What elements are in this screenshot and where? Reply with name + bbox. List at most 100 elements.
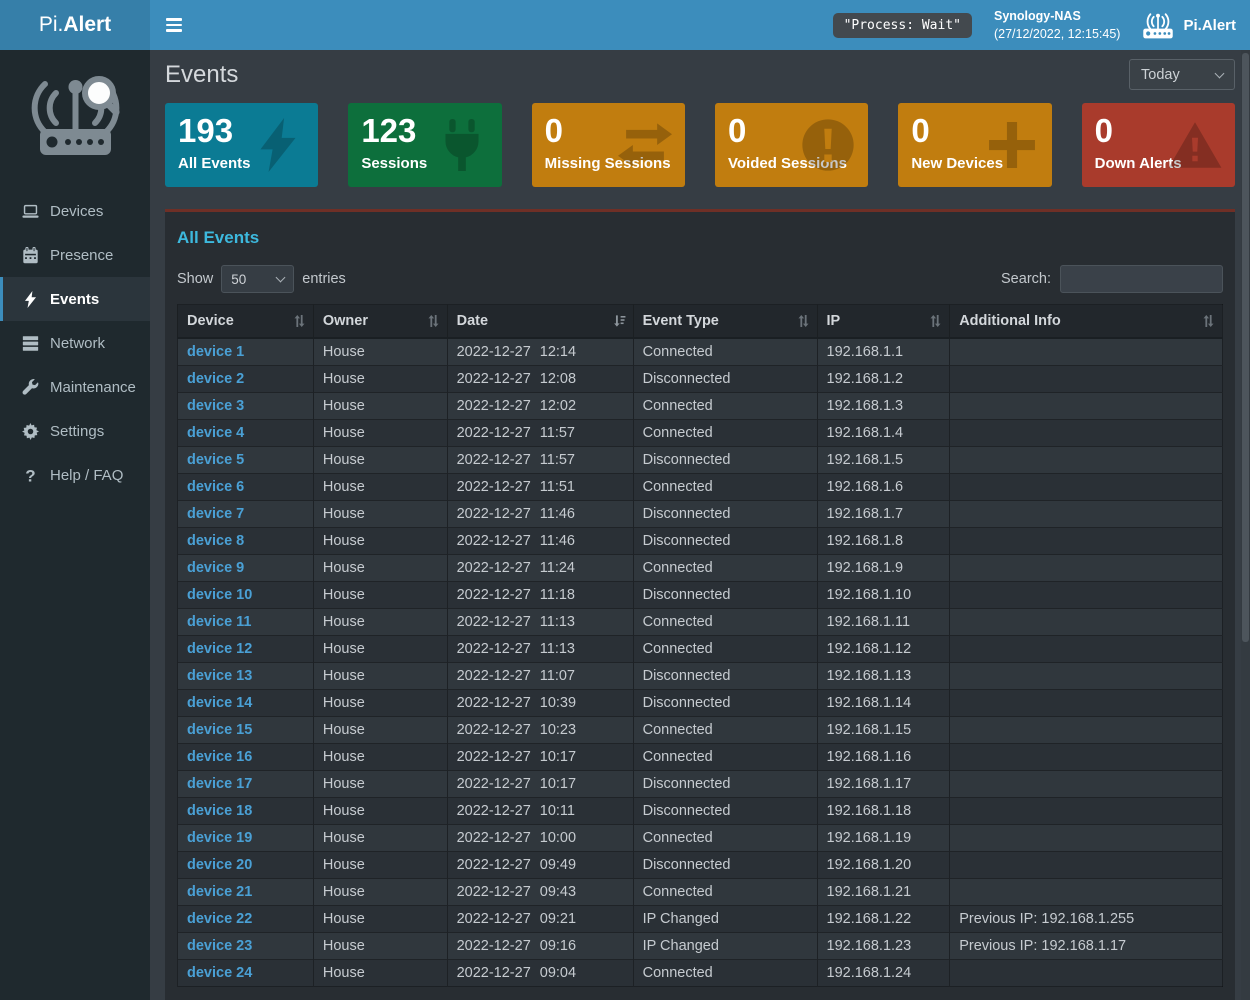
device-cell: device 11 <box>178 609 314 636</box>
device-link[interactable]: device 9 <box>187 560 244 576</box>
device-link[interactable]: device 16 <box>187 749 252 765</box>
owner-cell: House <box>313 366 447 393</box>
date-cell: 2022-12-2709:21 <box>447 906 633 933</box>
device-link[interactable]: device 1 <box>187 344 244 360</box>
sidebar-item-presence[interactable]: Presence <box>0 233 150 277</box>
table-header-row: Device Owner Date Event Type IP Addition… <box>178 305 1223 339</box>
additional-info-cell <box>950 879 1223 906</box>
event-row: device 9 House 2022-12-2711:24 Connected… <box>178 555 1223 582</box>
device-link[interactable]: device 24 <box>187 965 252 981</box>
device-link[interactable]: device 11 <box>187 614 252 630</box>
device-link[interactable]: device 7 <box>187 506 244 522</box>
owner-cell: House <box>313 636 447 663</box>
table-search: Search: <box>1001 265 1223 293</box>
event-type-cell: Connected <box>633 825 817 852</box>
device-cell: device 3 <box>178 393 314 420</box>
sidebar-item-events[interactable]: Events <box>0 277 150 321</box>
sort-icon <box>797 314 810 328</box>
owner-cell: House <box>313 771 447 798</box>
device-link[interactable]: device 15 <box>187 722 252 738</box>
additional-info-cell <box>950 366 1223 393</box>
device-cell: device 5 <box>178 447 314 474</box>
scrollbar-thumb[interactable] <box>1242 53 1249 642</box>
column-header-additional-info[interactable]: Additional Info <box>950 305 1223 339</box>
date-cell: 2022-12-2711:18 <box>447 582 633 609</box>
event-row: device 4 House 2022-12-2711:57 Connected… <box>178 420 1223 447</box>
device-link[interactable]: device 18 <box>187 803 252 819</box>
device-cell: device 13 <box>178 663 314 690</box>
device-link[interactable]: device 22 <box>187 911 252 927</box>
calendar-icon <box>22 247 39 264</box>
device-link[interactable]: device 2 <box>187 371 244 387</box>
sort-icon <box>613 314 626 328</box>
sidebar-item-help-faq[interactable]: Help / FAQ <box>0 453 150 497</box>
ip-cell: 192.168.1.11 <box>817 609 950 636</box>
pialert-logo <box>0 50 150 189</box>
card-new-devices[interactable]: 0 New Devices <box>898 103 1051 187</box>
search-input[interactable] <box>1060 265 1223 293</box>
event-type-cell: Disconnected <box>633 528 817 555</box>
card-voided-sessions[interactable]: 0 Voided Sessions <box>715 103 868 187</box>
device-link[interactable]: device 14 <box>187 695 252 711</box>
column-header-ip[interactable]: IP <box>817 305 950 339</box>
card-missing-sessions[interactable]: 0 Missing Sessions <box>532 103 685 187</box>
bolt-icon <box>22 291 39 308</box>
search-label: Search: <box>1001 271 1051 287</box>
owner-cell: House <box>313 690 447 717</box>
device-cell: device 15 <box>178 717 314 744</box>
sidebar-item-maintenance[interactable]: Maintenance <box>0 365 150 409</box>
owner-cell: House <box>313 663 447 690</box>
sidebar-toggle-button[interactable] <box>150 0 198 50</box>
brand-logo[interactable]: Pi.Alert <box>0 0 150 50</box>
device-link[interactable]: device 10 <box>187 587 252 603</box>
device-link[interactable]: device 12 <box>187 641 252 657</box>
router-icon <box>1142 12 1174 39</box>
device-cell: device 14 <box>178 690 314 717</box>
sidebar-item-devices[interactable]: Devices <box>0 189 150 233</box>
card-sessions[interactable]: 123 Sessions <box>348 103 501 187</box>
device-link[interactable]: device 23 <box>187 938 252 954</box>
device-link[interactable]: device 20 <box>187 857 252 873</box>
event-type-cell: Connected <box>633 960 817 987</box>
page-length-select[interactable]: 50 <box>221 265 294 293</box>
device-link[interactable]: device 13 <box>187 668 252 684</box>
wrench-icon <box>22 379 39 396</box>
device-link[interactable]: device 8 <box>187 533 244 549</box>
sidebar-item-network[interactable]: Network <box>0 321 150 365</box>
event-row: device 17 House 2022-12-2710:17 Disconne… <box>178 771 1223 798</box>
card-all-events[interactable]: 193 All Events <box>165 103 318 187</box>
date-cell: 2022-12-2710:11 <box>447 798 633 825</box>
sidebar-item-settings[interactable]: Settings <box>0 409 150 453</box>
hamburger-icon <box>166 18 182 20</box>
period-dropdown[interactable]: Today <box>1129 59 1235 90</box>
device-link[interactable]: device 3 <box>187 398 244 414</box>
column-header-owner[interactable]: Owner <box>313 305 447 339</box>
column-header-event-type[interactable]: Event Type <box>633 305 817 339</box>
device-link[interactable]: device 6 <box>187 479 244 495</box>
event-type-cell: Disconnected <box>633 366 817 393</box>
column-header-date[interactable]: Date <box>447 305 633 339</box>
column-header-device[interactable]: Device <box>178 305 314 339</box>
table-controls: Show 50 entries Search: <box>177 265 1223 293</box>
additional-info-cell <box>950 744 1223 771</box>
device-link[interactable]: device 19 <box>187 830 252 846</box>
event-type-cell: Connected <box>633 717 817 744</box>
process-status-badge: "Process: Wait" <box>833 13 972 38</box>
device-cell: device 16 <box>178 744 314 771</box>
date-cell: 2022-12-2709:49 <box>447 852 633 879</box>
warning-icon <box>1168 118 1222 172</box>
page-scrollbar[interactable] <box>1241 50 1250 1000</box>
device-link[interactable]: device 17 <box>187 776 252 792</box>
date-cell: 2022-12-2710:17 <box>447 771 633 798</box>
device-link[interactable]: device 21 <box>187 884 252 900</box>
event-row: device 15 House 2022-12-2710:23 Connecte… <box>178 717 1223 744</box>
card-down-alerts[interactable]: 0 Down Alerts <box>1082 103 1235 187</box>
date-cell: 2022-12-2712:14 <box>447 338 633 366</box>
event-row: device 14 House 2022-12-2710:39 Disconne… <box>178 690 1223 717</box>
device-cell: device 2 <box>178 366 314 393</box>
device-link[interactable]: device 4 <box>187 425 244 441</box>
app-identity[interactable]: Pi.Alert <box>1142 12 1236 39</box>
event-type-cell: Connected <box>633 879 817 906</box>
event-type-cell: Connected <box>633 636 817 663</box>
device-link[interactable]: device 5 <box>187 452 244 468</box>
